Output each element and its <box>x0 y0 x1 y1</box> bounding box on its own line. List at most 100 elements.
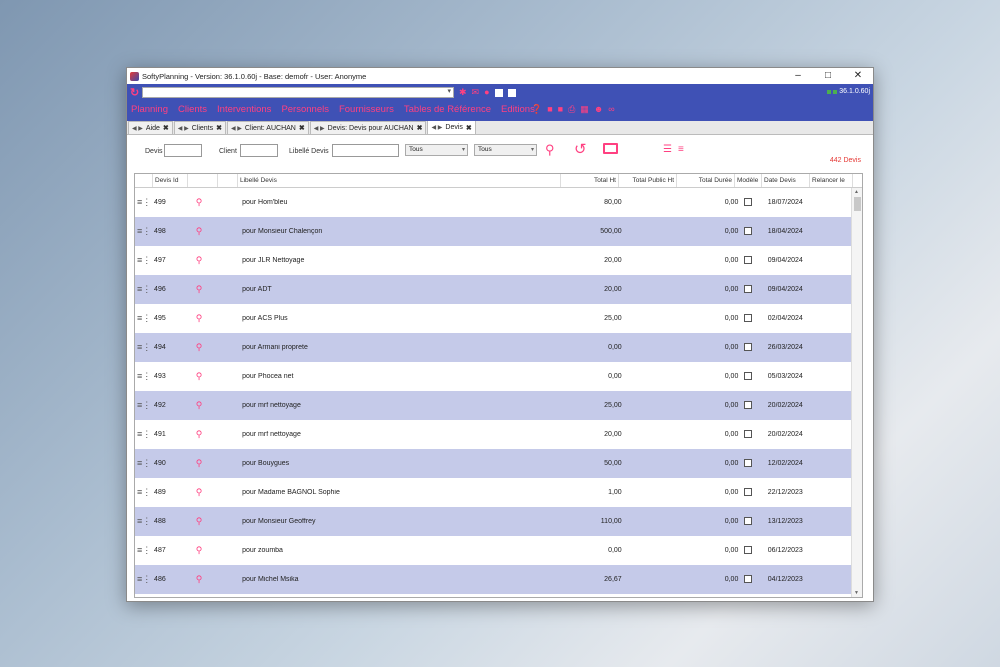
puzzle-icon[interactable]: ✱ <box>459 87 467 98</box>
drag-handle-icon[interactable]: ≡⋮ <box>135 400 152 411</box>
search-icon[interactable]: ⚲ <box>185 255 213 266</box>
scroll-thumb[interactable] <box>854 197 861 211</box>
drag-handle-icon[interactable]: ≡⋮ <box>135 226 152 237</box>
menu-personnels[interactable]: Personnels <box>281 104 329 115</box>
help-icon[interactable]: ❓ <box>531 104 542 115</box>
search-icon[interactable]: ⚲ <box>185 342 213 353</box>
search-combo[interactable]: ▾ <box>142 87 454 98</box>
checkbox-toggle-1[interactable] <box>494 88 503 97</box>
status-select-1[interactable]: Tous ▾ <box>405 144 468 156</box>
search-icon[interactable]: ⚲ <box>185 545 213 556</box>
tab-devis[interactable]: ◀ ▶ Devis ✖ <box>427 120 476 134</box>
list-icon[interactable]: ☰ <box>663 144 672 155</box>
drag-handle-icon[interactable]: ≡⋮ <box>135 342 152 353</box>
modele-checkbox[interactable] <box>744 371 753 380</box>
calendar-icon[interactable]: ▦ <box>580 104 589 115</box>
table-row[interactable]: ≡⋮ 488 ⚲ pour Monsieur Geoffrey 110,00 0,00 13… <box>135 507 853 536</box>
close-icon[interactable]: ✖ <box>216 124 222 132</box>
checkbox-toggle-2[interactable] <box>507 88 516 97</box>
link-icon[interactable]: ∞ <box>608 104 614 115</box>
menu-fournisseurs[interactable]: Fournisseurs <box>339 104 394 115</box>
wrap-text-icon[interactable]: ≡ <box>678 144 684 155</box>
tab-nav-icon[interactable]: ◀ ▶ <box>231 125 242 132</box>
close-icon[interactable]: ✖ <box>163 124 169 132</box>
search-icon[interactable]: ⚲ <box>185 429 213 440</box>
table-row[interactable]: ≡⋮ 494 ⚲ pour Armani proprete 0,00 0,00 26/03/… <box>135 333 853 362</box>
menu-editions[interactable]: Editions <box>501 104 535 115</box>
modele-checkbox[interactable] <box>744 284 753 293</box>
minimize-button[interactable]: – <box>783 68 813 84</box>
tab-nav-icon[interactable]: ◀ ▶ <box>178 125 189 132</box>
header-relancer-le[interactable]: Relancer le <box>810 174 853 187</box>
search-icon[interactable]: ⚲ <box>185 313 213 324</box>
status-select-2[interactable]: Tous ▾ <box>474 144 537 156</box>
modele-checkbox[interactable] <box>744 458 753 467</box>
search-icon[interactable]: ⚲ <box>185 487 213 498</box>
table-row[interactable]: ≡⋮ 487 ⚲ pour zoumba 0,00 0,00 06/12/2023 <box>135 536 853 565</box>
tab-clients[interactable]: ◀ ▶ Clients ✖ <box>173 121 226 134</box>
tab-client-auchan[interactable]: ◀ ▶ Client: AUCHAN ✖ <box>226 121 309 134</box>
folder-icon[interactable]: ■ <box>547 104 552 115</box>
close-icon[interactable]: ✖ <box>466 124 472 132</box>
drag-handle-icon[interactable]: ≡⋮ <box>135 313 152 324</box>
folder-open-icon[interactable]: ■ <box>558 104 563 115</box>
header-libelle[interactable]: Libellé Devis <box>238 174 561 187</box>
tab-nav-icon[interactable]: ◀ ▶ <box>431 124 442 131</box>
search-icon[interactable]: ⚲ <box>185 284 213 295</box>
menu-tables-reference[interactable]: Tables de Référence <box>404 104 491 115</box>
print-icon[interactable]: ⎙ <box>568 104 575 115</box>
menu-clients[interactable]: Clients <box>178 104 207 115</box>
close-button[interactable]: ✕ <box>843 68 873 84</box>
modele-checkbox[interactable] <box>744 226 753 235</box>
drag-handle-icon[interactable]: ≡⋮ <box>135 429 152 440</box>
modele-checkbox[interactable] <box>744 545 753 554</box>
scroll-up-icon[interactable]: ▲ <box>854 189 859 195</box>
search-icon[interactable]: ⚲ <box>185 371 213 382</box>
reset-icon[interactable]: ↺ <box>574 140 587 158</box>
table-row[interactable]: ≡⋮ 490 ⚲ pour Bouygues 50,00 0,00 12/02/2024 <box>135 449 853 478</box>
drag-handle-icon[interactable]: ≡⋮ <box>135 458 152 469</box>
modele-checkbox[interactable] <box>744 313 753 322</box>
header-modele[interactable]: Modèle <box>735 174 762 187</box>
drag-handle-icon[interactable]: ≡⋮ <box>135 487 152 498</box>
refresh-icon[interactable]: ↻ <box>130 87 139 99</box>
search-icon[interactable]: ⚲ <box>185 226 213 237</box>
header-total-ht[interactable]: Total Ht <box>561 174 619 187</box>
search-icon[interactable]: ⚲ <box>185 197 213 208</box>
table-row[interactable]: ≡⋮ 498 ⚲ pour Monsieur Chalençon 500,00 0,00 1… <box>135 217 853 246</box>
mail-icon[interactable]: ✉ <box>472 87 480 98</box>
drag-handle-icon[interactable]: ≡⋮ <box>135 255 152 266</box>
close-icon[interactable]: ✖ <box>299 124 305 132</box>
header-devis-id[interactable]: Devis Id <box>153 174 188 187</box>
client-filter-input[interactable] <box>240 144 278 157</box>
modele-checkbox[interactable] <box>744 342 753 351</box>
modele-checkbox[interactable] <box>744 197 753 206</box>
tab-nav-icon[interactable]: ◀ ▶ <box>132 125 143 132</box>
table-row[interactable]: ≡⋮ 499 ⚲ pour Hom'bleu 80,00 0,00 18/07/2024 <box>135 188 853 217</box>
drag-handle-icon[interactable]: ≡⋮ <box>135 574 152 585</box>
folder-icon[interactable] <box>603 143 618 154</box>
table-row[interactable]: ≡⋮ 495 ⚲ pour ACS Plus 25,00 0,00 02/04/2024 <box>135 304 853 333</box>
drag-handle-icon[interactable]: ≡⋮ <box>135 545 152 556</box>
search-icon[interactable]: ⚲ <box>185 574 213 585</box>
scroll-down-icon[interactable]: ▼ <box>854 590 859 596</box>
table-row[interactable]: ≡⋮ 491 ⚲ pour mrf nettoyage 20,00 0,00 20/02/2… <box>135 420 853 449</box>
close-icon[interactable]: ✖ <box>417 124 423 132</box>
tab-aide[interactable]: ◀ ▶ Aide ✖ <box>128 121 173 134</box>
libelle-filter-input[interactable] <box>332 144 399 157</box>
microphone-icon[interactable]: ● <box>484 87 489 98</box>
search-icon[interactable]: ⚲ <box>185 400 213 411</box>
maximize-button[interactable]: □ <box>813 68 843 84</box>
header-date-devis[interactable]: Date Devis <box>762 174 810 187</box>
tab-nav-icon[interactable]: ◀ ▶ <box>314 125 325 132</box>
table-row[interactable]: ≡⋮ 496 ⚲ pour ADT 20,00 0,00 09/04/2024 <box>135 275 853 304</box>
table-row[interactable]: ≡⋮ 486 ⚲ pour Michel Msika 26,67 0,00 04/12/20… <box>135 565 853 594</box>
tab-devis-auchan[interactable]: ◀ ▶ Devis: Devis pour AUCHAN ✖ <box>309 121 427 134</box>
table-row[interactable]: ≡⋮ 492 ⚲ pour mrf nettoyage 25,00 0,00 20/02/2… <box>135 391 853 420</box>
modele-checkbox[interactable] <box>744 487 753 496</box>
header-total-duree[interactable]: Total Durée <box>677 174 735 187</box>
modele-checkbox[interactable] <box>744 400 753 409</box>
modele-checkbox[interactable] <box>744 429 753 438</box>
devis-filter-input[interactable] <box>164 144 202 157</box>
menu-planning[interactable]: Planning <box>131 104 168 115</box>
